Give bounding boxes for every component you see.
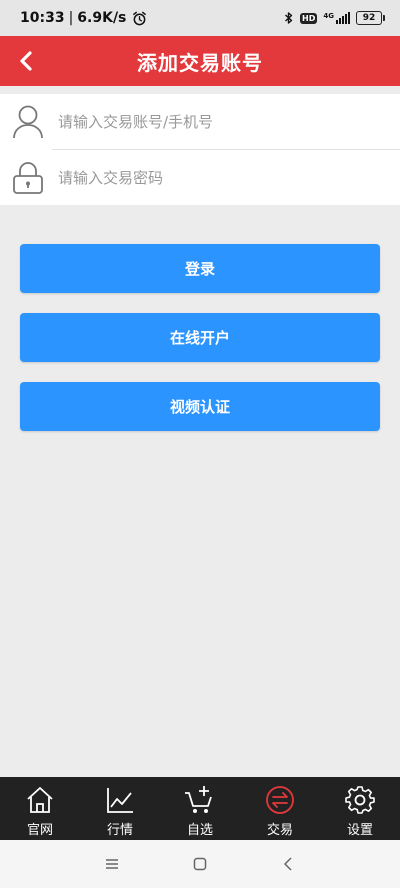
back-button[interactable] (8, 43, 44, 79)
battery-icon: 92 (356, 11, 385, 25)
title-bar: 添加交易账号 (0, 36, 400, 86)
nav-item-home[interactable]: 官网 (0, 777, 80, 840)
nav-item-market[interactable]: 行情 (80, 777, 160, 840)
page-title: 添加交易账号 (137, 50, 263, 75)
nav-item-trade[interactable]: 交易 (240, 777, 320, 840)
lock-icon (0, 150, 56, 205)
nav-item-watchlist[interactable]: 自选 (160, 777, 240, 840)
nav-label-home: 官网 (26, 823, 53, 838)
status-separator: | (68, 10, 74, 26)
password-input[interactable] (56, 150, 400, 205)
chart-icon (105, 783, 135, 817)
status-left: 10:33 | 6.9K/s (20, 10, 147, 26)
battery-level: 92 (362, 13, 376, 23)
status-time: 10:33 (20, 10, 65, 26)
account-input[interactable] (56, 94, 400, 149)
hd-badge: HD (300, 12, 318, 24)
alarm-icon (132, 11, 147, 26)
nav-label-market: 行情 (106, 823, 133, 838)
video-verify-button[interactable]: 视频认证 (20, 382, 380, 431)
login-button[interactable]: 登录 (20, 244, 380, 293)
nav-item-settings[interactable]: 设置 (320, 777, 400, 840)
gear-icon (345, 783, 375, 817)
menu-icon (105, 858, 119, 870)
square-icon (193, 857, 207, 871)
nav-label-trade: 交易 (266, 823, 293, 838)
password-row (0, 150, 400, 205)
user-icon (0, 94, 56, 149)
status-right: HD 4G 92 (284, 11, 385, 25)
open-account-button[interactable]: 在线开户 (20, 313, 380, 362)
signal-icon: 4G (323, 12, 350, 24)
status-bar: 10:33 | 6.9K/s HD 4G 92 (0, 0, 400, 36)
nav-label-watchlist: 自选 (186, 823, 213, 838)
nav-label-settings: 设置 (346, 823, 373, 838)
system-back-button[interactable] (244, 840, 332, 888)
account-row (0, 94, 400, 149)
home-button[interactable] (156, 840, 244, 888)
home-icon (25, 783, 55, 817)
bluetooth-icon (284, 11, 294, 25)
menu-button[interactable] (68, 840, 156, 888)
cart-add-icon (184, 783, 216, 817)
login-form (0, 94, 400, 205)
exchange-icon (265, 783, 295, 817)
chevron-left-icon (18, 50, 34, 72)
triangle-back-icon (283, 857, 293, 871)
status-speed: 6.9K/s (77, 10, 127, 26)
bottom-nav: 官网 行情 自选 交易 设置 (0, 777, 400, 840)
system-nav (0, 840, 400, 888)
network-type: 4G (323, 12, 334, 20)
